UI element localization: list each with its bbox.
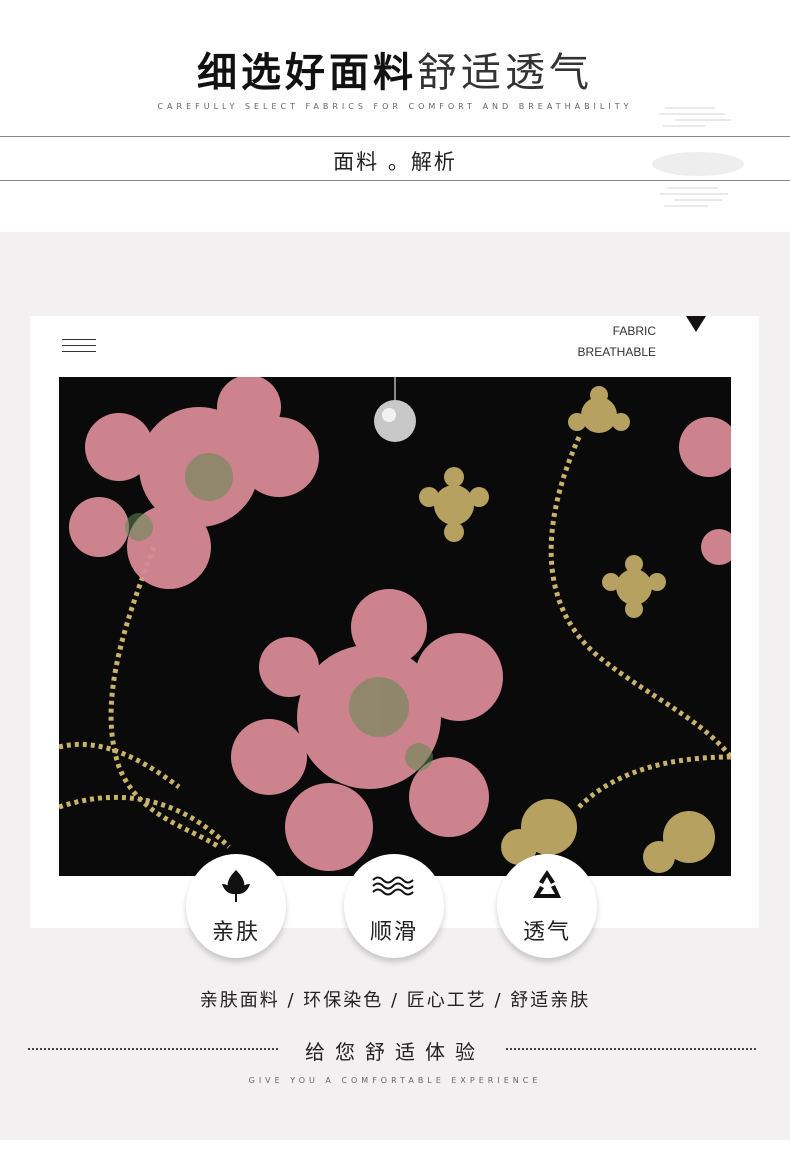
feature-label: 顺滑 bbox=[369, 920, 418, 945]
title-light-text: 舒适透气 bbox=[417, 50, 593, 96]
recycle-icon bbox=[497, 868, 597, 904]
fabric-photo bbox=[59, 377, 731, 876]
header-section: 细选好面料舒适透气 CAREFULLY SELECT FABRICS FOR C… bbox=[0, 0, 790, 232]
slogan-row: 给您舒适体验 bbox=[0, 1036, 790, 1064]
feature-breathable: 透气 bbox=[497, 854, 597, 958]
bottom-strip bbox=[0, 1140, 790, 1165]
decorative-lines-icon bbox=[659, 107, 731, 127]
fabric-label: FABRIC bbox=[612, 324, 656, 338]
slogan-english: GIVE YOU A COMFORTABLE EXPERIENCE bbox=[248, 1076, 542, 1085]
feature-label: 亲肤 bbox=[211, 920, 260, 945]
breathable-label: BREATHABLE bbox=[577, 345, 656, 359]
slogan-text: 给您舒适体验 bbox=[305, 1040, 485, 1064]
menu-lines-icon bbox=[62, 339, 96, 353]
decorative-cloud-icon bbox=[652, 152, 744, 207]
feature-tagline: 亲肤面料 / 环保染色 / 匠心工艺 / 舒适亲肤 bbox=[199, 990, 591, 1011]
leaf-icon bbox=[186, 868, 286, 904]
feature-label: 透气 bbox=[522, 920, 571, 945]
feature-smooth: 顺滑 bbox=[344, 854, 444, 958]
feature-skin-friendly: 亲肤 bbox=[186, 854, 286, 958]
title-bold-text: 细选好面料 bbox=[197, 50, 417, 96]
triangle-down-icon bbox=[686, 316, 706, 332]
dotted-divider-right bbox=[506, 1048, 756, 1050]
page-title: 细选好面料舒适透气 bbox=[0, 40, 790, 98]
top-divider bbox=[0, 136, 790, 137]
waves-icon bbox=[344, 868, 444, 904]
sequin-embroidery-image bbox=[59, 377, 731, 876]
